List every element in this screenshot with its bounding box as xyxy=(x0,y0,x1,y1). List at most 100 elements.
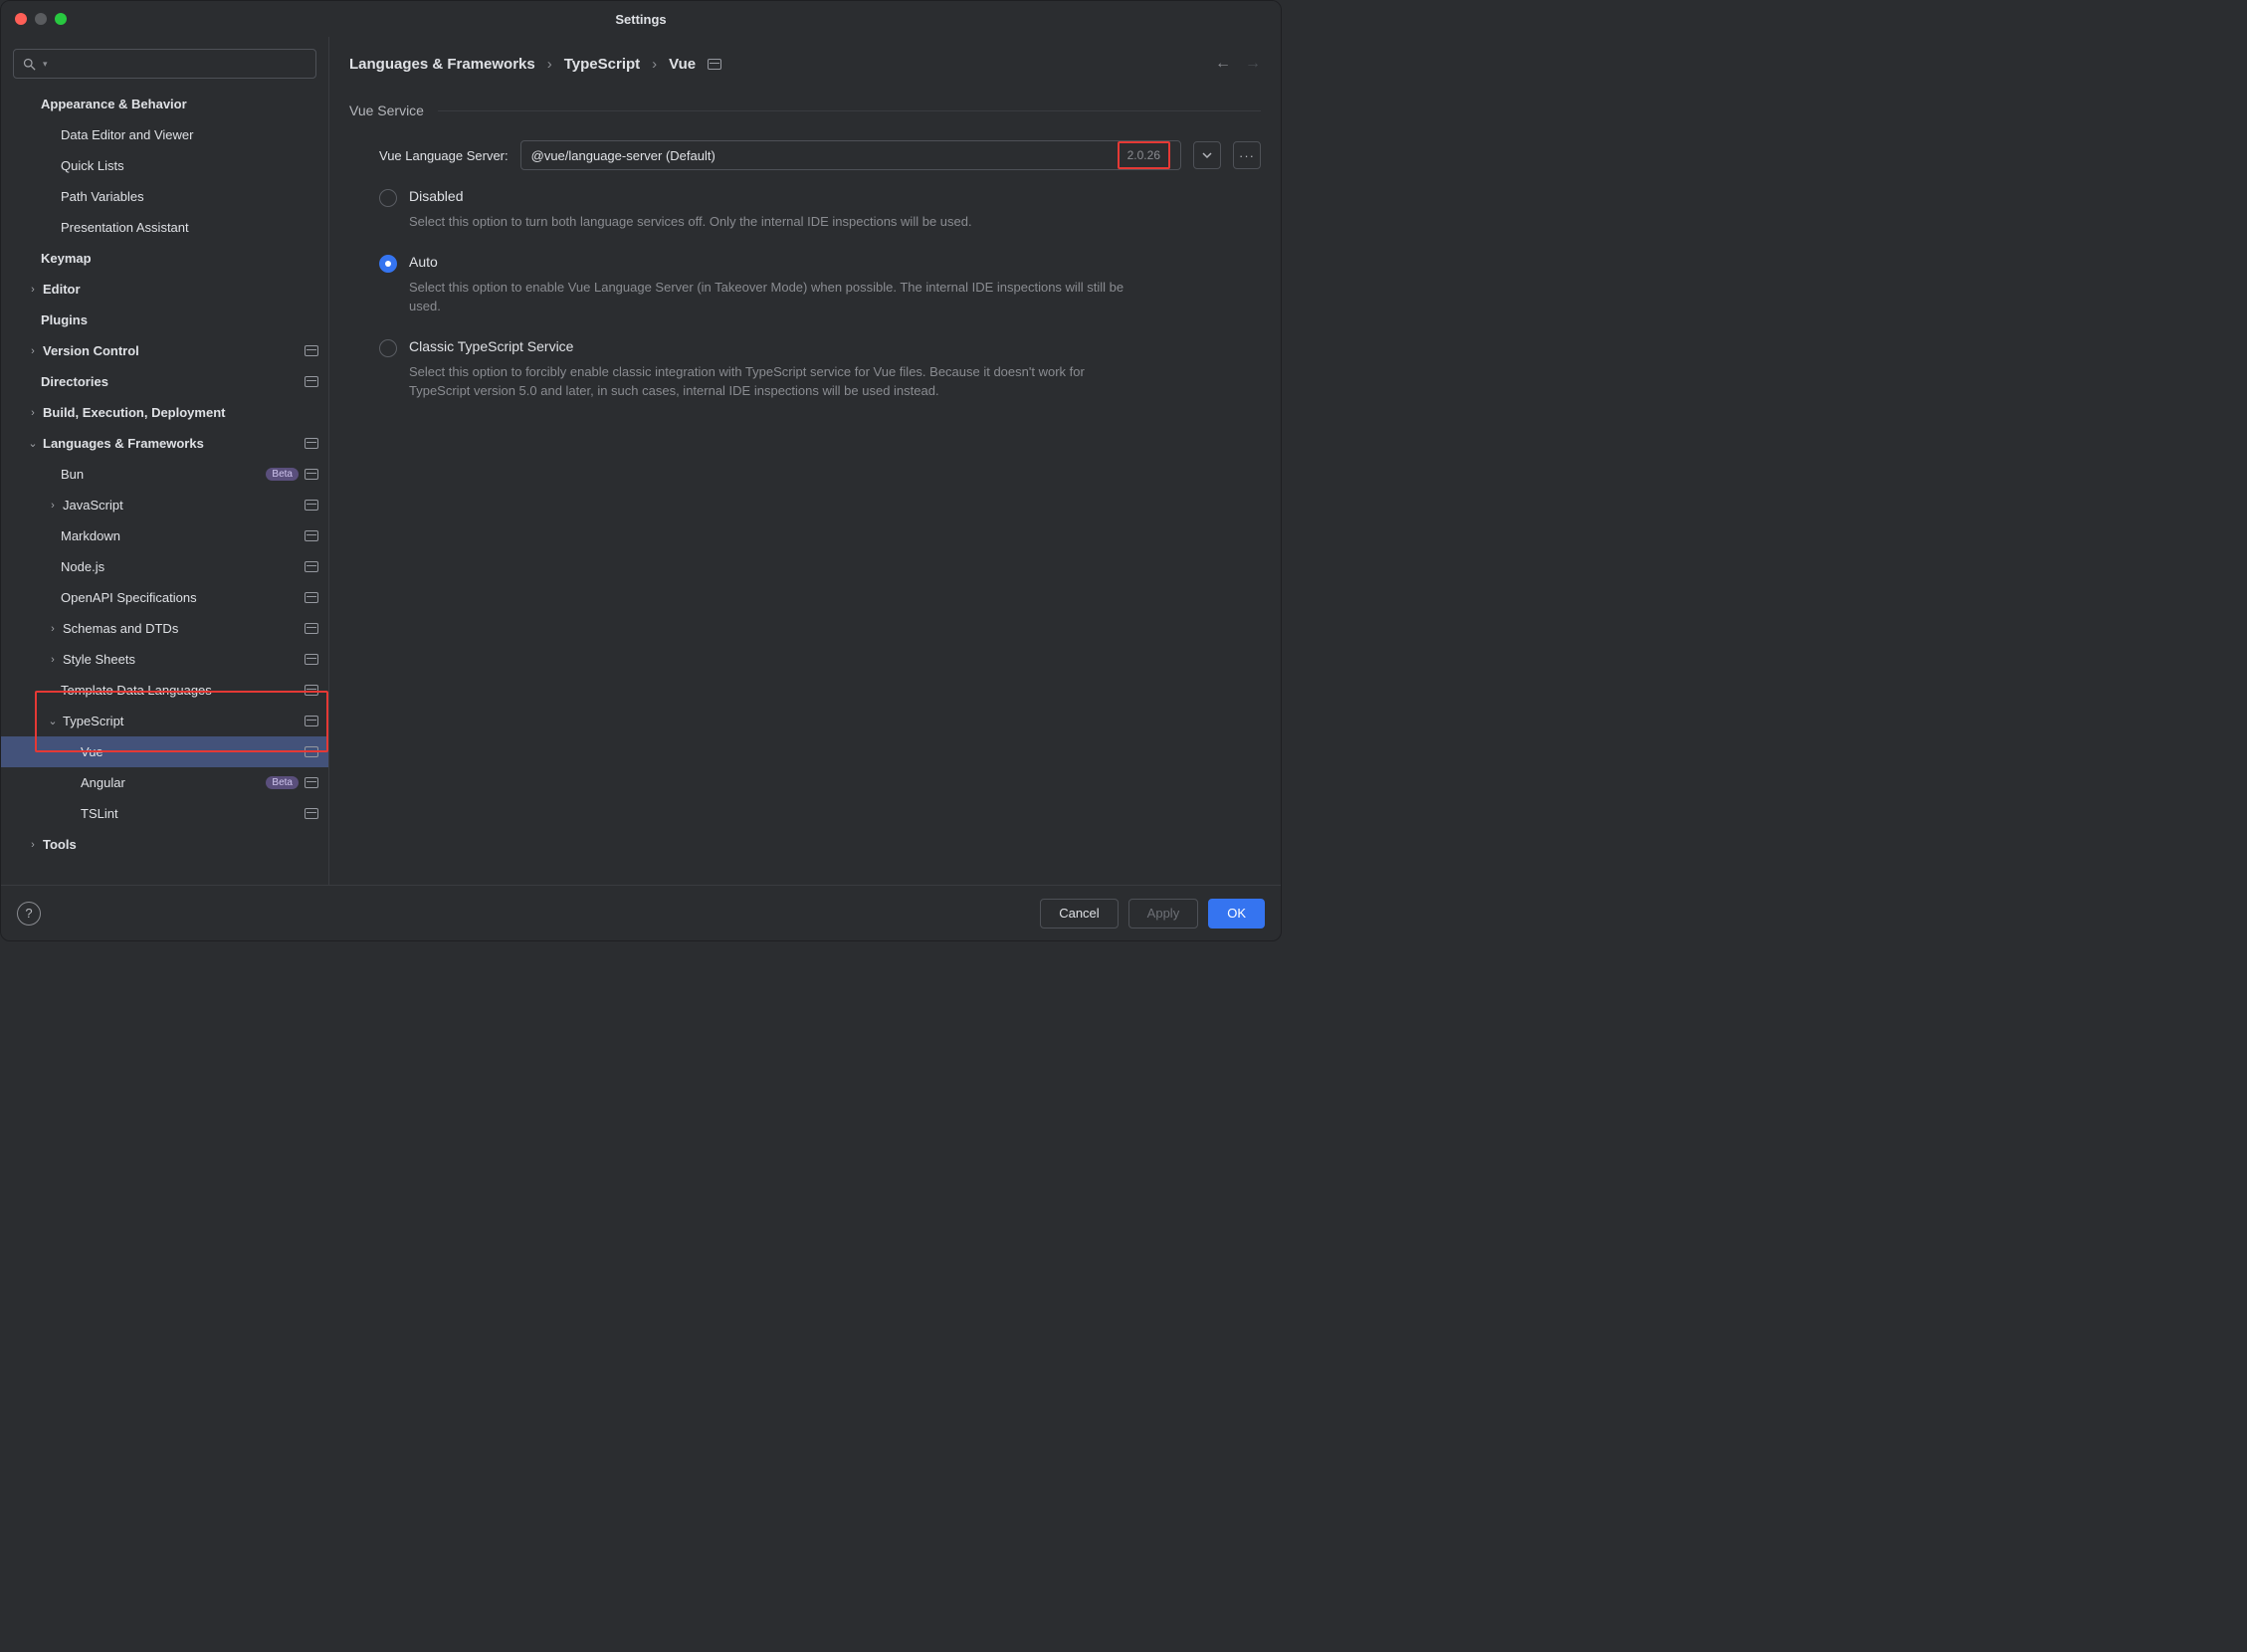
traffic-lights xyxy=(15,13,67,25)
project-scope-icon xyxy=(305,530,318,541)
sidebar-item-label: TypeScript xyxy=(63,714,299,728)
sidebar-item-node-js[interactable]: Node.js xyxy=(1,551,328,582)
project-scope-icon xyxy=(305,808,318,819)
search-input[interactable] xyxy=(54,57,307,72)
radio-button[interactable] xyxy=(379,189,397,207)
sidebar-item-label: Tools xyxy=(43,837,318,852)
sidebar-item-openapi-specifications[interactable]: OpenAPI Specifications xyxy=(1,582,328,613)
breadcrumb-part[interactable]: Vue xyxy=(669,56,696,73)
section-title-label: Vue Service xyxy=(349,103,424,118)
dropdown-value: @vue/language-server (Default) xyxy=(531,148,1120,163)
language-server-field: Vue Language Server: @vue/language-serve… xyxy=(349,140,1261,170)
forward-button[interactable]: → xyxy=(1245,55,1261,73)
sidebar-item-directories[interactable]: Directories xyxy=(1,366,328,397)
sidebar-item-tools[interactable]: ›Tools xyxy=(1,829,328,860)
search-box[interactable]: ▾ xyxy=(13,49,316,79)
close-window-button[interactable] xyxy=(15,13,27,25)
help-button[interactable]: ? xyxy=(17,902,41,926)
sidebar-item-editor[interactable]: ›Editor xyxy=(1,274,328,305)
chevron-right-icon: › xyxy=(25,839,41,851)
back-button[interactable]: ← xyxy=(1215,55,1231,73)
project-scope-icon xyxy=(305,345,318,356)
sidebar-item-label: Bun xyxy=(61,467,260,482)
cancel-button[interactable]: Cancel xyxy=(1040,899,1118,929)
main-panel: Languages & Frameworks › TypeScript › Vu… xyxy=(329,37,1281,885)
more-options-button[interactable]: ··· xyxy=(1233,141,1261,169)
settings-window: Settings ▾ Appearance & BehaviorData Edi… xyxy=(0,0,1282,941)
sidebar-item-label: OpenAPI Specifications xyxy=(61,590,299,605)
sidebar-item-template-data-languages[interactable]: Template Data Languages xyxy=(1,675,328,706)
sidebar-item-label: Style Sheets xyxy=(63,652,299,667)
sidebar-item-tslint[interactable]: TSLint xyxy=(1,798,328,829)
sidebar-item-path-variables[interactable]: Path Variables xyxy=(1,181,328,212)
chevron-down-icon: ⌄ xyxy=(25,437,41,450)
breadcrumb-part[interactable]: Languages & Frameworks xyxy=(349,56,535,73)
sidebar-item-label: Plugins xyxy=(41,312,318,327)
sidebar-item-plugins[interactable]: Plugins xyxy=(1,305,328,335)
chevron-down-icon xyxy=(1202,150,1212,160)
sidebar-item-typescript[interactable]: ⌄TypeScript xyxy=(1,706,328,736)
sidebar-item-quick-lists[interactable]: Quick Lists xyxy=(1,150,328,181)
sidebar-item-label: Schemas and DTDs xyxy=(63,621,299,636)
maximize-window-button[interactable] xyxy=(55,13,67,25)
sidebar-item-schemas-and-dtds[interactable]: ›Schemas and DTDs xyxy=(1,613,328,644)
sidebar-item-label: Vue xyxy=(81,744,299,759)
language-server-dropdown[interactable]: @vue/language-server (Default) 2.0.26 xyxy=(520,140,1181,170)
radio-button[interactable] xyxy=(379,255,397,273)
project-scope-icon xyxy=(305,438,318,449)
chevron-down-icon: ⌄ xyxy=(45,715,61,727)
sidebar-item-label: Build, Execution, Deployment xyxy=(43,405,318,420)
sidebar-item-presentation-assistant[interactable]: Presentation Assistant xyxy=(1,212,328,243)
sidebar-item-label: Template Data Languages xyxy=(61,683,299,698)
sidebar-item-label: Node.js xyxy=(61,559,299,574)
radio-description: Select this option to turn both language… xyxy=(409,212,1145,232)
chevron-right-icon: › xyxy=(25,284,41,296)
sidebar-item-markdown[interactable]: Markdown xyxy=(1,520,328,551)
sidebar-item-javascript[interactable]: ›JavaScript xyxy=(1,490,328,520)
project-scope-icon xyxy=(305,500,318,511)
search-icon xyxy=(22,57,37,72)
sidebar-item-languages-frameworks[interactable]: ⌄Languages & Frameworks xyxy=(1,428,328,459)
footer: ? Cancel Apply OK xyxy=(1,885,1281,940)
dropdown-expand-button[interactable] xyxy=(1193,141,1221,169)
section-header: Vue Service xyxy=(349,103,1261,118)
sidebar-item-label: TSLint xyxy=(81,806,299,821)
radio-button[interactable] xyxy=(379,339,397,357)
radio-description: Select this option to enable Vue Languag… xyxy=(409,278,1145,316)
service-mode-radio-group: DisabledSelect this option to turn both … xyxy=(349,188,1261,423)
radio-option-disabled[interactable]: DisabledSelect this option to turn both … xyxy=(379,188,1261,232)
apply-button[interactable]: Apply xyxy=(1128,899,1199,929)
settings-tree: Appearance & BehaviorData Editor and Vie… xyxy=(1,89,328,885)
breadcrumb-part[interactable]: TypeScript xyxy=(564,56,640,73)
ok-button[interactable]: OK xyxy=(1208,899,1265,929)
version-badge: 2.0.26 xyxy=(1118,141,1170,169)
sidebar-item-vue[interactable]: Vue xyxy=(1,736,328,767)
radio-option-classic[interactable]: Classic TypeScript ServiceSelect this op… xyxy=(379,338,1261,401)
breadcrumb-separator-icon: › xyxy=(652,56,657,73)
sidebar-item-data-editor-and-viewer[interactable]: Data Editor and Viewer xyxy=(1,119,328,150)
sidebar-item-style-sheets[interactable]: ›Style Sheets xyxy=(1,644,328,675)
project-scope-icon xyxy=(305,623,318,634)
breadcrumb-nav: ← → xyxy=(1215,55,1261,73)
sidebar-item-label: Angular xyxy=(81,775,260,790)
sidebar-item-version-control[interactable]: ›Version Control xyxy=(1,335,328,366)
sidebar-item-angular[interactable]: Angular Beta xyxy=(1,767,328,798)
field-label: Vue Language Server: xyxy=(379,148,509,163)
sidebar-item-build-execution-deployment[interactable]: ›Build, Execution, Deployment xyxy=(1,397,328,428)
beta-badge: Beta xyxy=(266,776,299,789)
dropdown-chevron-icon: ▾ xyxy=(43,59,48,70)
radio-option-auto[interactable]: AutoSelect this option to enable Vue Lan… xyxy=(379,254,1261,316)
sidebar-item-bun[interactable]: BunBeta xyxy=(1,459,328,490)
minimize-window-button[interactable] xyxy=(35,13,47,25)
radio-description: Select this option to forcibly enable cl… xyxy=(409,362,1145,401)
sidebar-item-appearance-behavior[interactable]: Appearance & Behavior xyxy=(1,89,328,119)
sidebar-item-label: Editor xyxy=(43,282,318,297)
project-scope-icon xyxy=(305,376,318,387)
chevron-right-icon: › xyxy=(45,623,61,635)
project-scope-icon xyxy=(305,746,318,757)
project-scope-icon xyxy=(305,777,318,788)
project-scope-icon xyxy=(305,716,318,726)
help-icon: ? xyxy=(25,906,32,921)
sidebar-item-label: Keymap xyxy=(41,251,318,266)
sidebar-item-keymap[interactable]: Keymap xyxy=(1,243,328,274)
